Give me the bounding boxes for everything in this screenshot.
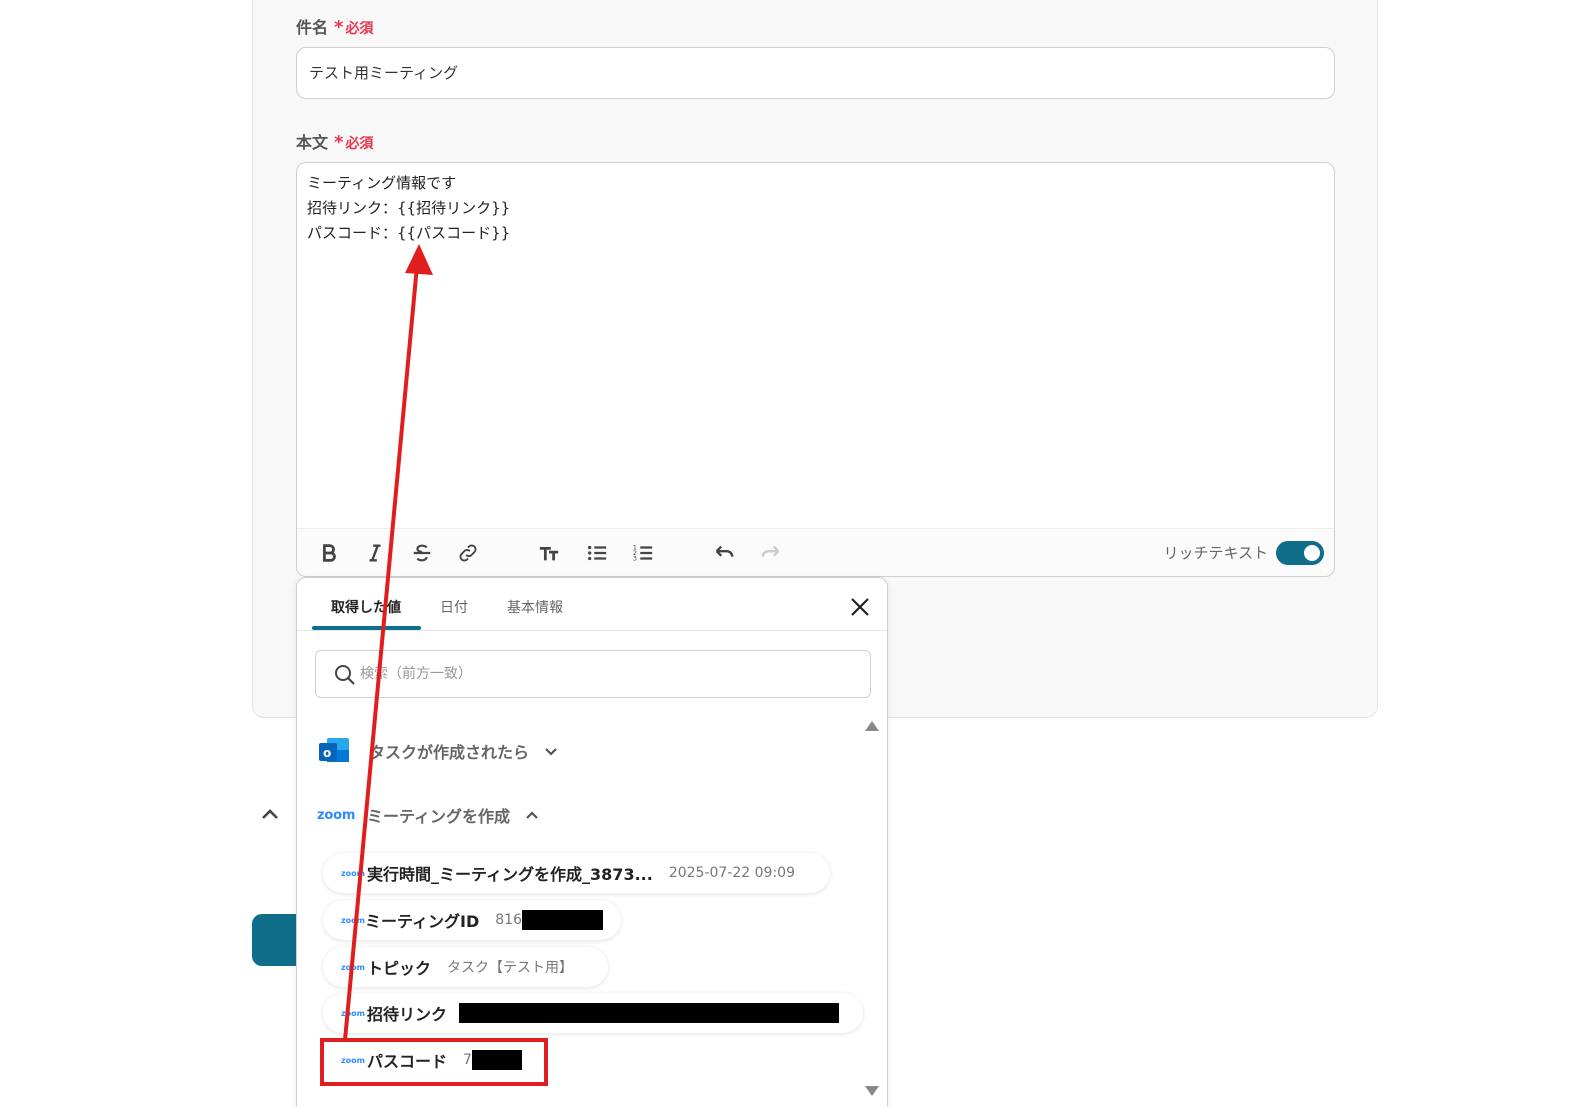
annotation-arrow bbox=[343, 244, 433, 1041]
